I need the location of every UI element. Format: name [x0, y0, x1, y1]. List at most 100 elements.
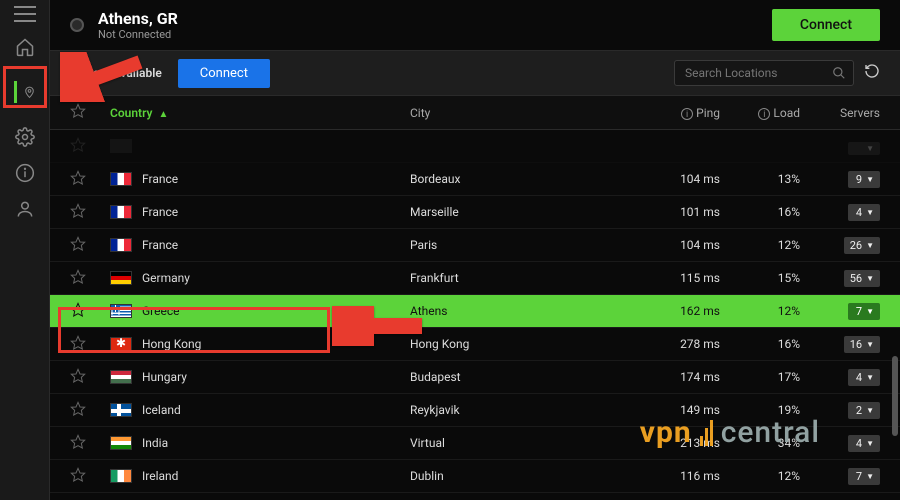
- ping-cell: 174 ms: [640, 370, 720, 384]
- settings-icon[interactable]: [14, 126, 36, 148]
- chevron-down-icon: ▼: [866, 373, 874, 382]
- flag-icon: [110, 238, 132, 252]
- ping-cell: 104 ms: [640, 172, 720, 186]
- ping-cell: 104 ms: [640, 238, 720, 252]
- table-row[interactable]: FranceBordeaux104 ms13%9▼: [50, 163, 900, 196]
- country-cell: [110, 139, 410, 153]
- country-name: Hungary: [142, 370, 187, 384]
- city-cell: Virtual: [410, 436, 640, 450]
- flag-icon: [110, 139, 132, 153]
- sidebar: [0, 0, 50, 500]
- load-column-header[interactable]: iLoad: [720, 106, 800, 120]
- chevron-down-icon: ▼: [866, 144, 874, 153]
- load-cell: 16%: [720, 337, 800, 351]
- search-locations-box: [674, 60, 854, 86]
- favorite-column-header[interactable]: [70, 103, 110, 122]
- search-icon[interactable]: [832, 65, 846, 84]
- servers-column-header[interactable]: Servers: [800, 106, 880, 120]
- table-row[interactable]: Hungary Budapest174 ms17%4▼: [50, 361, 900, 394]
- country-name: Greece: [142, 304, 180, 318]
- country-cell: India: [110, 436, 410, 450]
- table-row[interactable]: ▼: [50, 130, 900, 163]
- table-header: Country▲ City iPing iLoad Servers: [50, 96, 900, 130]
- flag-icon: [110, 271, 132, 285]
- connect-fastest-button[interactable]: Connect: [178, 59, 270, 88]
- country-cell: Germany: [110, 271, 410, 285]
- country-name: India: [142, 436, 168, 450]
- country-name: France: [142, 205, 178, 219]
- chevron-down-icon: ▼: [866, 472, 874, 481]
- table-row[interactable]: FranceMarseille101 ms16%4▼: [50, 196, 900, 229]
- flag-icon: [110, 403, 132, 417]
- chevron-down-icon: ▼: [866, 439, 874, 448]
- favorite-star-icon[interactable]: [70, 368, 110, 387]
- logo-bars-icon: [700, 420, 713, 446]
- connect-button[interactable]: Connect: [772, 9, 880, 41]
- refresh-icon[interactable]: [864, 63, 880, 83]
- favorite-star-icon[interactable]: [70, 269, 110, 288]
- subheader: Fastest Available Connect: [50, 50, 900, 96]
- chevron-down-icon: ▼: [866, 208, 874, 217]
- flag-icon: [110, 337, 132, 351]
- favorite-star-icon[interactable]: [70, 203, 110, 222]
- servers-cell[interactable]: 7▼: [800, 468, 880, 485]
- home-icon[interactable]: [14, 36, 36, 58]
- city-cell: Paris: [410, 238, 640, 252]
- connection-status-dot: [70, 18, 84, 32]
- table-row[interactable]: IrelandDublin116 ms12%7▼: [50, 460, 900, 493]
- city-cell: Budapest: [410, 370, 640, 384]
- load-cell: 17%: [720, 370, 800, 384]
- favorite-star-icon[interactable]: [70, 434, 110, 453]
- servers-cell[interactable]: 26▼: [800, 237, 880, 254]
- load-cell: 15%: [720, 271, 800, 285]
- favorite-star-icon[interactable]: [70, 170, 110, 189]
- search-input[interactable]: [674, 60, 854, 86]
- country-cell: Iceland: [110, 403, 410, 417]
- ping-cell: 101 ms: [640, 205, 720, 219]
- servers-cell[interactable]: 7▼: [800, 303, 880, 320]
- country-name: Ireland: [142, 469, 178, 483]
- favorite-star-icon[interactable]: [70, 236, 110, 255]
- fastest-available-label[interactable]: Fastest Available: [70, 66, 162, 80]
- favorite-star-icon[interactable]: [70, 401, 110, 420]
- account-icon[interactable]: [14, 198, 36, 220]
- favorite-star-icon[interactable]: [70, 302, 110, 321]
- country-name: Hong Kong: [142, 337, 201, 351]
- servers-cell[interactable]: 4▼: [800, 204, 880, 221]
- location-icon[interactable]: [14, 81, 36, 103]
- country-cell: Hong Kong: [110, 337, 410, 351]
- table-row[interactable]: France Paris104 ms12%26▼: [50, 229, 900, 262]
- chevron-down-icon: ▼: [866, 241, 874, 250]
- country-name: France: [142, 238, 178, 252]
- city-column-header[interactable]: City: [410, 106, 640, 120]
- servers-cell[interactable]: 16▼: [800, 336, 880, 353]
- servers-cell[interactable]: ▼: [800, 137, 880, 155]
- city-cell: Dublin: [410, 469, 640, 483]
- servers-cell[interactable]: 4▼: [800, 369, 880, 386]
- ping-cell: 115 ms: [640, 271, 720, 285]
- servers-cell[interactable]: 56▼: [800, 270, 880, 287]
- favorite-star-icon[interactable]: [70, 137, 110, 156]
- country-cell: France: [110, 205, 410, 219]
- load-cell: 16%: [720, 205, 800, 219]
- flag-icon: [110, 205, 132, 219]
- header: Athens, GR Not Connected Connect: [50, 0, 900, 50]
- table-row[interactable]: GermanyFrankfurt115 ms15%56▼: [50, 262, 900, 295]
- scrollbar[interactable]: [892, 356, 898, 436]
- servers-cell[interactable]: 9▼: [800, 171, 880, 188]
- country-cell: France: [110, 172, 410, 186]
- country-column-header[interactable]: Country▲: [110, 106, 410, 120]
- table-row[interactable]: Hong KongHong Kong278 ms16%16▼: [50, 328, 900, 361]
- favorite-star-icon[interactable]: [70, 467, 110, 486]
- load-cell: 12%: [720, 238, 800, 252]
- load-cell: 12%: [720, 469, 800, 483]
- favorite-star-icon[interactable]: [70, 335, 110, 354]
- watermark: vpn central: [640, 415, 820, 450]
- menu-icon[interactable]: [14, 6, 36, 22]
- info-icon[interactable]: [14, 162, 36, 184]
- ping-column-header[interactable]: iPing: [640, 106, 720, 120]
- country-cell: France: [110, 238, 410, 252]
- city-cell: Athens: [410, 304, 640, 318]
- table-row[interactable]: GreeceAthens162 ms12%7▼: [50, 295, 900, 328]
- sort-asc-icon: ▲: [158, 109, 168, 120]
